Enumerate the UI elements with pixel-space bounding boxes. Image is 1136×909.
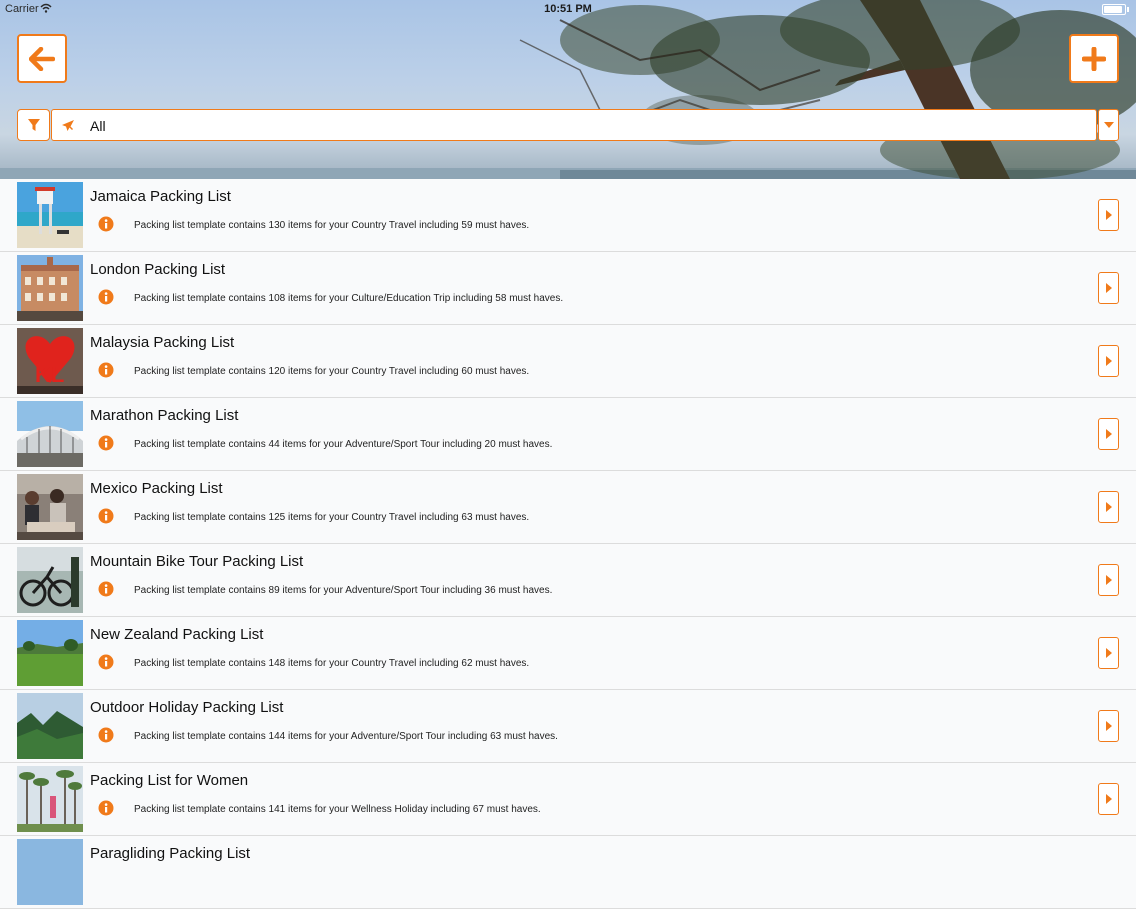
list-item-thumbnail <box>17 401 83 467</box>
info-icon[interactable] <box>98 727 114 748</box>
add-list-button[interactable] <box>1069 34 1119 83</box>
info-icon[interactable] <box>98 581 114 602</box>
header-background <box>0 0 1136 179</box>
caret-right-icon <box>1105 794 1112 804</box>
battery-icon <box>1102 4 1129 15</box>
list-item[interactable]: Mountain Bike Tour Packing List Packing l… <box>0 544 1136 617</box>
list-item-description: Packing list template contains 89 items … <box>134 585 553 596</box>
list-item[interactable]: Mexico Packing List Packing list template… <box>0 471 1136 544</box>
caret-down-icon <box>1103 122 1114 128</box>
caret-right-icon <box>1105 429 1112 439</box>
list-item[interactable]: Paragliding Packing List <box>0 836 1136 909</box>
list-item-title: Mountain Bike Tour Packing List <box>90 553 304 570</box>
list-item-description: Packing list template contains 44 items … <box>134 439 553 450</box>
list-item-description: Packing list template contains 125 items… <box>134 512 530 523</box>
caret-right-icon <box>1105 648 1112 658</box>
category-select-value: All <box>90 118 106 134</box>
list-item-description: Packing list template contains 108 items… <box>134 293 564 304</box>
list-item[interactable]: Marathon Packing List Packing list templa… <box>0 398 1136 471</box>
category-dropdown-button[interactable] <box>1098 109 1119 141</box>
back-button[interactable] <box>17 34 67 83</box>
list-item-thumbnail <box>17 474 83 540</box>
list-item-description: Packing list template contains 120 items… <box>134 366 530 377</box>
list-item-thumbnail <box>17 547 83 613</box>
list-item-thumbnail <box>17 620 83 686</box>
list-item-title: Packing List for Women <box>90 772 249 789</box>
list-item[interactable]: Jamaica Packing List Packing list templat… <box>0 179 1136 252</box>
caret-right-icon <box>1105 575 1112 585</box>
list-item-thumbnail: KL <box>17 328 83 394</box>
open-list-button[interactable] <box>1098 491 1119 523</box>
list-item[interactable]: London Packing List Packing list template… <box>0 252 1136 325</box>
open-list-button[interactable] <box>1098 783 1119 815</box>
list-item[interactable]: KL Malaysia Packing List Packing list temp… <box>0 325 1136 398</box>
arrow-left-icon <box>29 46 55 71</box>
open-list-button[interactable] <box>1098 418 1119 450</box>
list-item-title: Paragliding Packing List <box>90 845 251 862</box>
open-list-button[interactable] <box>1098 637 1119 669</box>
funnel-icon <box>27 119 40 131</box>
category-select[interactable]: All <box>51 109 1097 141</box>
list-item-thumbnail <box>17 693 83 759</box>
list-item[interactable]: Outdoor Holiday Packing List Packing list… <box>0 690 1136 763</box>
list-item-description: Packing list template contains 144 items… <box>134 731 558 742</box>
list-item-title: London Packing List <box>90 261 226 278</box>
info-icon[interactable] <box>98 435 114 456</box>
info-icon[interactable] <box>98 362 114 383</box>
list-item-description: Packing list template contains 148 items… <box>134 658 530 669</box>
list-item-title: New Zealand Packing List <box>90 626 264 643</box>
info-icon[interactable] <box>98 508 114 529</box>
airplane-icon <box>60 118 76 139</box>
caret-right-icon <box>1105 502 1112 512</box>
status-bar: Carrier 10:51 PM <box>0 0 1136 18</box>
plus-icon <box>1082 46 1106 71</box>
open-list-button[interactable] <box>1098 199 1119 231</box>
info-icon[interactable] <box>98 654 114 675</box>
list-item-thumbnail <box>17 255 83 321</box>
list-item-title: Marathon Packing List <box>90 407 239 424</box>
info-icon[interactable] <box>98 216 114 237</box>
list-item-title: Mexico Packing List <box>90 480 223 497</box>
packing-list-table: Jamaica Packing List Packing list templat… <box>0 179 1136 909</box>
caret-right-icon <box>1105 283 1112 293</box>
open-list-button[interactable] <box>1098 710 1119 742</box>
caret-right-icon <box>1105 356 1112 366</box>
list-item-thumbnail <box>17 182 83 248</box>
list-item-description: Packing list template contains 130 items… <box>134 220 530 231</box>
caret-right-icon <box>1105 721 1112 731</box>
list-item[interactable]: Packing List for Women Packing list templ… <box>0 763 1136 836</box>
svg-text:KL: KL <box>35 362 64 387</box>
list-item-title: Malaysia Packing List <box>90 334 235 351</box>
open-list-button[interactable] <box>1098 564 1119 596</box>
tree-scene-image <box>0 0 1136 179</box>
list-item-title: Jamaica Packing List <box>90 188 231 205</box>
info-icon[interactable] <box>98 289 114 310</box>
caret-right-icon <box>1105 210 1112 220</box>
open-list-button[interactable] <box>1098 272 1119 304</box>
list-item-title: Outdoor Holiday Packing List <box>90 699 284 716</box>
open-list-button[interactable] <box>1098 345 1119 377</box>
list-item[interactable]: New Zealand Packing List Packing list tem… <box>0 617 1136 690</box>
list-item-thumbnail <box>17 766 83 832</box>
status-time: 10:51 PM <box>544 3 592 15</box>
list-item-description: Packing list template contains 141 items… <box>134 804 541 815</box>
info-icon[interactable] <box>98 800 114 821</box>
filter-button[interactable] <box>17 109 50 141</box>
list-item-thumbnail <box>17 839 83 905</box>
